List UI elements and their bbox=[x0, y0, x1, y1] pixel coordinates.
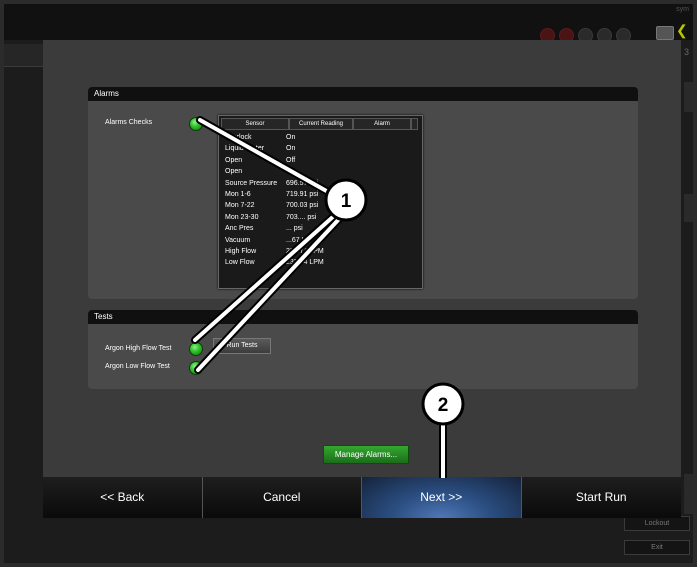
back-arrow-icon[interactable]: ❮ bbox=[676, 22, 688, 39]
alarms-section-header: Alarms bbox=[88, 87, 638, 101]
table-row: Mon 23-30 703.... psi bbox=[225, 212, 422, 223]
sensor-name: Low Flow bbox=[225, 259, 255, 267]
sensor-name: Interlock bbox=[225, 134, 252, 141]
sensor-reading bbox=[286, 166, 350, 177]
table-row: Interlock On bbox=[225, 132, 422, 143]
sensor-table-header: Sensor Current Reading Alarm bbox=[221, 118, 420, 130]
back-button[interactable]: << Back bbox=[43, 477, 203, 518]
alarms-checks-status-light bbox=[189, 117, 203, 131]
wizard-navigation-bar: << Back Cancel Next >> Start Run bbox=[43, 477, 681, 518]
table-row: Source Pressure 696.57 psi bbox=[225, 178, 422, 189]
background-lockout-button[interactable]: Lockout bbox=[624, 516, 690, 531]
sensor-name: Vacuum bbox=[225, 236, 251, 244]
argon-high-flow-test-status-light bbox=[189, 342, 203, 356]
column-header-current-reading[interactable]: Current Reading bbox=[289, 118, 353, 130]
sensor-name: Mon 1-6 bbox=[225, 190, 251, 198]
cancel-button[interactable]: Cancel bbox=[202, 477, 362, 518]
sensor-table-body: Interlock On Liquid Water On Open Off Open … bbox=[219, 132, 422, 269]
argon-high-flow-test-label: Argon High Flow Test bbox=[105, 345, 172, 352]
table-row: Open Off bbox=[225, 155, 422, 166]
sensor-reading: 719.91 psi bbox=[286, 190, 319, 198]
run-tests-button[interactable]: Run Tests bbox=[213, 338, 271, 354]
background-exit-button[interactable]: Exit bbox=[624, 540, 690, 555]
table-row: Liquid Water On bbox=[225, 143, 422, 154]
table-row: Mon 1-6 719.91 psi bbox=[225, 189, 422, 200]
sensor-reading: 696.57 psi bbox=[286, 179, 319, 187]
argon-low-flow-test-label: Argon Low Flow Test bbox=[105, 363, 170, 370]
sensor-reading: Off bbox=[286, 156, 296, 164]
start-run-button[interactable]: Start Run bbox=[521, 477, 681, 518]
sensor-reading: ... psi bbox=[286, 225, 303, 233]
sensor-name: Source Pressure bbox=[225, 179, 278, 187]
scrollbar-header bbox=[411, 118, 418, 130]
sensor-name: Mon 23-30 bbox=[225, 213, 259, 221]
run-setup-dialog: Alarms Alarms Checks Sensor Current Read… bbox=[43, 40, 681, 518]
background-side-control bbox=[684, 82, 693, 112]
manage-alarms-button[interactable]: Manage Alarms... bbox=[323, 445, 409, 464]
sensor-name: Liquid Water bbox=[225, 145, 265, 153]
next-button[interactable]: Next >> bbox=[362, 477, 522, 518]
sensor-reading: 233.74 LPM bbox=[286, 259, 324, 267]
background-side-control bbox=[684, 474, 693, 514]
background-corner-text: sym bbox=[676, 6, 689, 13]
table-row: Anc Pres ... psi bbox=[225, 223, 422, 234]
sensor-reading: 703.... psi bbox=[286, 213, 317, 221]
sensor-table: Sensor Current Reading Alarm Interlock On… bbox=[218, 115, 423, 289]
background-side-control bbox=[684, 194, 693, 222]
background-side-number: 3 bbox=[684, 47, 690, 57]
sensor-name: Open bbox=[225, 168, 243, 176]
column-header-sensor[interactable]: Sensor bbox=[221, 118, 289, 130]
sensor-name: Open bbox=[225, 156, 243, 164]
sensor-name: High Flow bbox=[225, 247, 257, 255]
sensor-reading: ...67 Hg bbox=[286, 236, 311, 244]
monitor-icon[interactable] bbox=[656, 26, 674, 40]
tests-section-header: Tests bbox=[88, 310, 638, 324]
background-top-bar: sym ❮ bbox=[4, 4, 693, 43]
table-row: High Flow 233.74 LPM bbox=[225, 246, 422, 257]
sensor-name: Mon 7-22 bbox=[225, 202, 255, 210]
sensor-name: Anc Pres bbox=[225, 225, 254, 233]
sensor-reading: On bbox=[286, 134, 296, 141]
column-header-alarm[interactable]: Alarm bbox=[353, 118, 411, 130]
sensor-reading: 700.03 psi bbox=[286, 202, 319, 210]
table-row: Mon 7-22 700.03 psi bbox=[225, 200, 422, 211]
table-row: Low Flow 233.74 LPM bbox=[225, 257, 422, 268]
table-row: Open bbox=[225, 166, 422, 177]
sensor-reading: On bbox=[286, 145, 296, 153]
table-row: Vacuum ...67 Hg bbox=[225, 235, 422, 246]
alarms-checks-label: Alarms Checks bbox=[105, 119, 153, 126]
sensor-reading: 233.74 LPM bbox=[286, 247, 324, 255]
argon-low-flow-test-status-light bbox=[189, 361, 203, 375]
background-tab-strip bbox=[4, 44, 46, 67]
